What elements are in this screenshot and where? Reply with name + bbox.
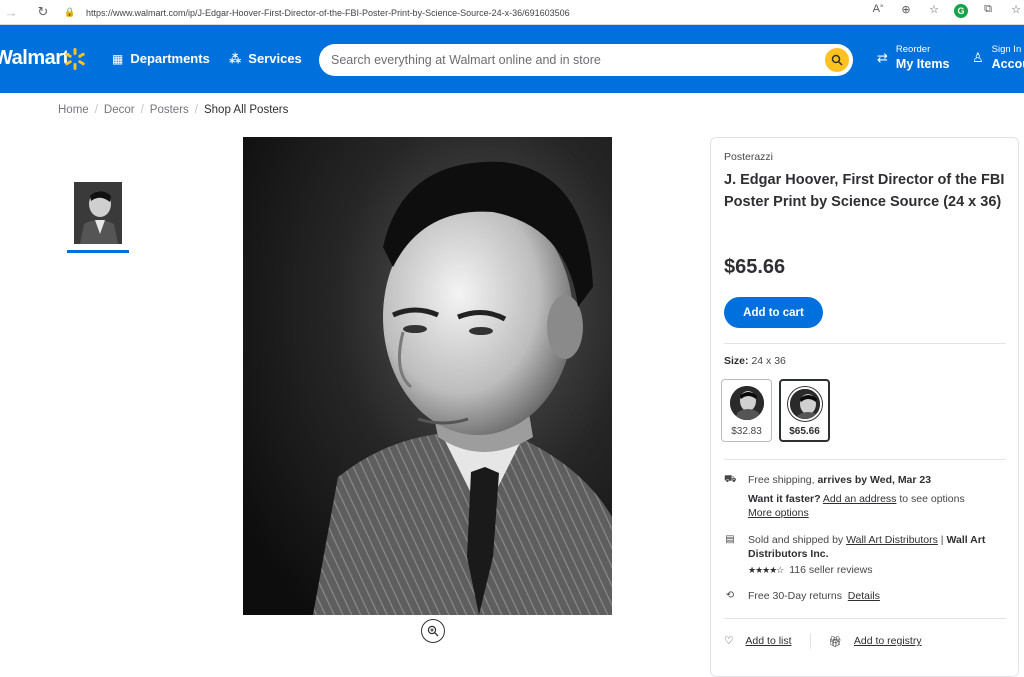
thumbnail-selected-indicator [67, 250, 129, 253]
lock-icon: 🔒 [64, 7, 76, 17]
more-options-link[interactable]: More options [748, 507, 809, 519]
see-options-text: to see options [899, 493, 965, 505]
returns-details-link[interactable]: Details [848, 590, 880, 602]
seller-prefix: Sold and shipped by [748, 534, 844, 546]
person-icon: ♙ [972, 50, 984, 65]
zoom-button[interactable] [421, 619, 445, 643]
shipping-arrival: arrives by Wed, Mar 23 [817, 474, 932, 486]
seller-reviews[interactable]: 116 seller reviews [789, 564, 872, 576]
seller-info: ▤ Sold and shipped by Wall Art Distribut… [724, 533, 998, 577]
browser-toolbar: → ↻ 🔒 https://www.walmart.com/ip/J-Edgar… [0, 0, 1024, 25]
option-image [787, 387, 822, 421]
add-to-list-link[interactable]: Add to list [745, 635, 791, 647]
product-thumbnail[interactable] [74, 182, 122, 244]
option-price: $32.83 [731, 426, 762, 437]
breadcrumb-decor[interactable]: Decor [104, 104, 135, 116]
shipping-info: ⛟ Free shipping, arrives by Wed, Mar 23 … [724, 473, 965, 520]
gift-icon: 🎁︎ [828, 635, 842, 648]
address-bar[interactable]: 🔒 https://www.walmart.com/ip/J-Edgar-Hoo… [56, 3, 876, 22]
reorder-button[interactable]: ⇄ Reorder My Items [877, 44, 949, 71]
search-icon [831, 54, 843, 66]
spark-icon [65, 48, 85, 70]
add-to-cart-button[interactable]: Add to cart [724, 297, 823, 328]
search-button[interactable] [825, 48, 849, 72]
search-bar [319, 44, 853, 76]
account-button[interactable]: ♙ Sign In Account [972, 44, 1024, 71]
product-image[interactable] [243, 137, 612, 615]
signin-small-label: Sign In [991, 44, 1022, 55]
heart-icon: ♡ [724, 635, 734, 647]
zoom-icon[interactable]: ⊕ [898, 3, 914, 18]
add-address-link[interactable]: Add an address [823, 493, 897, 505]
site-header: Walmart ▦ Departments ⁂ Services ⇄ Reord… [0, 25, 1024, 93]
read-aloud-icon[interactable]: A» [870, 3, 886, 18]
size-option-2-selected[interactable]: $65.66 [779, 379, 830, 442]
extensions-icon[interactable]: ⧉ [980, 3, 996, 18]
divider [724, 343, 1006, 344]
seller-separator: | [940, 534, 944, 546]
list-registry-row: ♡ Add to list 🎁︎ Add to registry [724, 633, 922, 649]
option-price: $65.66 [789, 426, 820, 437]
reorder-small-label: Reorder [895, 44, 931, 55]
breadcrumb-posters[interactable]: Posters [150, 104, 189, 116]
grid-icon: ▦ [112, 51, 124, 66]
departments-button[interactable]: ▦ Departments [112, 51, 210, 66]
option-image [729, 386, 764, 420]
seller-link[interactable]: Wall Art Distributors [846, 534, 938, 546]
services-grid-icon: ⁂ [229, 51, 242, 66]
breadcrumb-shop-all-posters[interactable]: Shop All Posters [204, 104, 288, 116]
returns-icon: ⟲ [725, 590, 735, 601]
search-input[interactable] [331, 53, 811, 67]
product-info-panel: Posterazzi J. Edgar Hoover, First Direct… [710, 137, 1019, 677]
returns-text: Free 30-Day returns [748, 590, 842, 602]
departments-label: Departments [130, 51, 210, 66]
store-icon: ▤ [725, 534, 735, 545]
add-to-registry-link[interactable]: Add to registry [854, 635, 922, 647]
divider [724, 459, 1006, 460]
back-arrow-icon[interactable]: → [2, 5, 20, 20]
shipping-prefix: Free shipping, [748, 474, 815, 486]
size-value: 24 x 36 [751, 355, 786, 367]
breadcrumb-home[interactable]: Home [58, 104, 89, 116]
services-button[interactable]: ⁂ Services [229, 51, 302, 66]
reorder-big-label: My Items [895, 57, 950, 71]
grammarly-icon[interactable]: G [954, 4, 968, 18]
reload-icon[interactable]: ↻ [34, 4, 52, 20]
faster-question: Want it faster? [748, 493, 821, 505]
services-label: Services [248, 51, 302, 66]
product-title: J. Edgar Hoover, First Director of the F… [724, 172, 1005, 210]
size-label: Size: [724, 355, 749, 367]
product-price: $65.66 [724, 256, 786, 278]
url-text[interactable]: https://www.walmart.com/ip/J-Edgar-Hoove… [86, 8, 570, 18]
seller-rating-stars: ★★★★☆ [748, 565, 784, 575]
walmart-logo[interactable]: Walmart [0, 47, 69, 70]
size-option-1[interactable]: $32.83 [721, 379, 772, 442]
zoom-in-icon [427, 625, 439, 637]
favorite-icon[interactable]: ☆ [926, 3, 942, 18]
returns-info: ⟲ Free 30-Day returns Details [724, 589, 880, 603]
truck-icon: ⛟ [724, 474, 737, 485]
breadcrumb: Home / Decor / Posters / Shop All Poster… [58, 104, 289, 116]
account-big-label: Account [991, 57, 1024, 71]
size-selector-label: Size: 24 x 36 [724, 355, 786, 367]
product-brand[interactable]: Posterazzi [724, 151, 773, 163]
favorites-bar-icon[interactable]: ☆ [1008, 3, 1024, 18]
reorder-icon: ⇄ [877, 50, 888, 65]
divider [724, 618, 1006, 619]
